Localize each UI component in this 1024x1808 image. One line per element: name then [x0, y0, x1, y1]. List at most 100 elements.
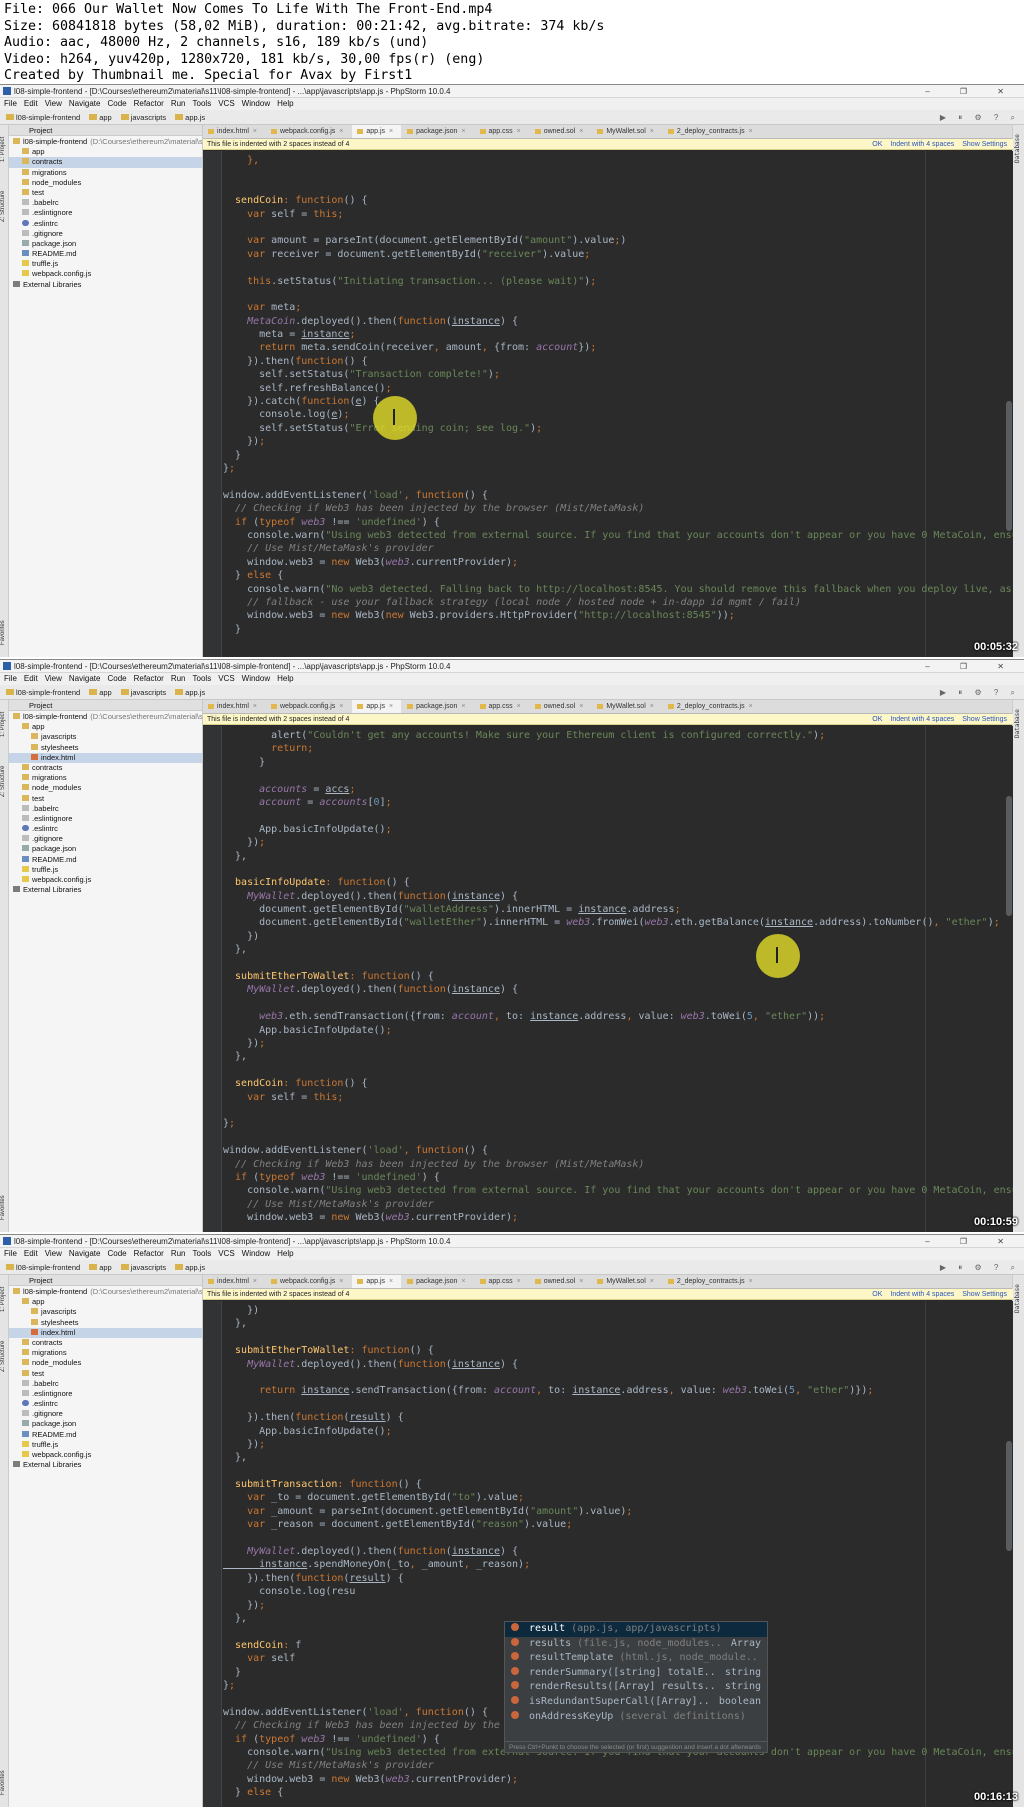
- close-icon[interactable]: ×: [579, 128, 583, 135]
- close-icon[interactable]: ×: [749, 128, 753, 135]
- breadcrumb-item[interactable]: l08-simple-frontend: [3, 110, 83, 125]
- menu-item-edit[interactable]: Edit: [24, 1249, 38, 1258]
- tree-item[interactable]: l08-simple-frontend (D:\Courses\ethereum2…: [9, 137, 202, 147]
- database-tool-tab[interactable]: Database: [1014, 1279, 1022, 1319]
- menu-item-code[interactable]: Code: [107, 674, 126, 683]
- menu-item-window[interactable]: Window: [242, 674, 270, 683]
- structure-tool-tab[interactable]: Z: Structure: [0, 756, 8, 806]
- project-tool-tab[interactable]: 1: Project: [0, 704, 8, 744]
- tree-item[interactable]: node_modules: [9, 1358, 202, 1368]
- notice-link[interactable]: Indent with 4 spaces: [890, 1291, 954, 1298]
- tree-item[interactable]: .babelrc: [9, 198, 202, 208]
- autocomplete-item[interactable]: onAddressKeyUp (several definitions): [505, 1710, 767, 1725]
- notice-link[interactable]: Show Settings: [962, 716, 1007, 723]
- tree-item[interactable]: test: [9, 794, 202, 804]
- autocomplete-item[interactable]: result (app.js, app/javascripts): [505, 1622, 767, 1637]
- tree-item[interactable]: webpack.config.js: [9, 875, 202, 885]
- editor-tab[interactable]: 2_deploy_contracts.js ×: [663, 700, 761, 713]
- code-editor[interactable]: }, sendCoin: function() { var self = thi…: [203, 151, 1013, 657]
- menu-item-edit[interactable]: Edit: [24, 674, 38, 683]
- tree-item[interactable]: .eslintrc: [9, 824, 202, 834]
- tree-item[interactable]: truffle.js: [9, 865, 202, 875]
- tree-item[interactable]: javascripts: [9, 732, 202, 742]
- menu-item-help[interactable]: Help: [277, 674, 293, 683]
- notice-link[interactable]: OK: [872, 141, 882, 148]
- menu-item-edit[interactable]: Edit: [24, 99, 38, 108]
- close-icon[interactable]: ×: [579, 1278, 583, 1285]
- window-controls[interactable]: ‒ ❐ ✕: [925, 85, 1018, 98]
- menu-item-vcs[interactable]: VCS: [218, 1249, 234, 1258]
- tree-item[interactable]: node_modules: [9, 783, 202, 793]
- close-icon[interactable]: ×: [253, 703, 257, 710]
- menu-item-tools[interactable]: Tools: [193, 674, 212, 683]
- editor-tab[interactable]: package.json ×: [402, 700, 473, 713]
- menu-item-vcs[interactable]: VCS: [218, 99, 234, 108]
- close-icon[interactable]: ×: [749, 1278, 753, 1285]
- notice-link[interactable]: OK: [872, 716, 882, 723]
- project-tool-tab[interactable]: 1: Project: [0, 1279, 8, 1319]
- tree-item[interactable]: truffle.js: [9, 259, 202, 269]
- editor-tab[interactable]: package.json ×: [402, 1275, 473, 1288]
- tree-item[interactable]: README.md: [9, 249, 202, 259]
- tree-item[interactable]: .eslintignore: [9, 814, 202, 824]
- breadcrumb-item[interactable]: javascripts: [118, 110, 169, 125]
- tree-item[interactable]: .gitignore: [9, 1409, 202, 1419]
- editor-tab[interactable]: MyWallet.sol ×: [592, 125, 662, 138]
- breadcrumb-item[interactable]: app.js: [172, 1260, 208, 1275]
- editor-tab[interactable]: index.html ×: [203, 1275, 265, 1288]
- close-icon[interactable]: ×: [339, 1278, 343, 1285]
- project-pane-header[interactable]: Project: [9, 700, 202, 711]
- close-icon[interactable]: ×: [579, 703, 583, 710]
- tree-item[interactable]: test: [9, 188, 202, 198]
- breadcrumb-item[interactable]: app: [86, 685, 115, 700]
- close-icon[interactable]: ×: [339, 703, 343, 710]
- close-icon[interactable]: ×: [253, 128, 257, 135]
- menu-item-run[interactable]: Run: [171, 674, 186, 683]
- tree-item[interactable]: package.json: [9, 1419, 202, 1429]
- tree-item[interactable]: .eslintrc: [9, 1399, 202, 1409]
- tree-item[interactable]: migrations: [9, 1348, 202, 1358]
- breadcrumb-item[interactable]: app: [86, 1260, 115, 1275]
- tree-item[interactable]: webpack.config.js: [9, 269, 202, 279]
- database-tool-tab[interactable]: Database: [1014, 129, 1022, 169]
- autocomplete-item[interactable]: renderResults([Array] results.. string: [505, 1680, 767, 1695]
- tree-item[interactable]: migrations: [9, 773, 202, 783]
- breadcrumb-item[interactable]: l08-simple-frontend: [3, 1260, 83, 1275]
- tree-item[interactable]: migrations: [9, 168, 202, 178]
- tree-item[interactable]: test: [9, 1369, 202, 1379]
- tree-item[interactable]: .babelrc: [9, 804, 202, 814]
- menu-item-refactor[interactable]: Refactor: [134, 99, 164, 108]
- code-editor[interactable]: alert("Couldn't get any accounts! Make s…: [203, 726, 1013, 1232]
- tree-item[interactable]: External Libraries: [9, 280, 202, 290]
- editor-tab[interactable]: MyWallet.sol ×: [592, 1275, 662, 1288]
- editor-tab[interactable]: app.js ×: [352, 125, 402, 138]
- menu-item-vcs[interactable]: VCS: [218, 674, 234, 683]
- tree-item[interactable]: package.json: [9, 844, 202, 854]
- project-tool-tab[interactable]: 1: Project: [0, 129, 8, 169]
- editor-tab[interactable]: webpack.config.js ×: [266, 1275, 351, 1288]
- tree-item[interactable]: index.html: [9, 752, 202, 763]
- tree-item[interactable]: contracts: [9, 1338, 202, 1348]
- tree-item[interactable]: l08-simple-frontend (D:\Courses\ethereum2…: [9, 1287, 202, 1297]
- menu-item-view[interactable]: View: [45, 99, 62, 108]
- autocomplete-item[interactable]: isRedundantSuperCall([Array].. boolean: [505, 1695, 767, 1710]
- close-icon[interactable]: ×: [253, 1278, 257, 1285]
- window-controls[interactable]: ‒ ❐ ✕: [925, 660, 1018, 673]
- run-toolbar[interactable]: ▶ ⏸ ⚙ ? ⌕: [940, 685, 1020, 700]
- autocomplete-popup[interactable]: result (app.js, app/javascripts) results …: [504, 1621, 768, 1753]
- window-controls[interactable]: ‒ ❐ ✕: [925, 1235, 1018, 1248]
- tree-item[interactable]: index.html: [9, 1327, 202, 1338]
- autocomplete-item[interactable]: results (file.js, node_modules.. Array: [505, 1637, 767, 1652]
- breadcrumb-item[interactable]: app: [86, 110, 115, 125]
- close-icon[interactable]: ×: [650, 1278, 654, 1285]
- close-icon[interactable]: ×: [461, 128, 465, 135]
- menu-item-file[interactable]: File: [4, 674, 17, 683]
- menu-item-refactor[interactable]: Refactor: [134, 674, 164, 683]
- close-icon[interactable]: ×: [461, 703, 465, 710]
- tree-item[interactable]: stylesheets: [9, 1318, 202, 1328]
- editor-tab[interactable]: MyWallet.sol ×: [592, 700, 662, 713]
- close-icon[interactable]: ×: [461, 1278, 465, 1285]
- tree-item[interactable]: package.json: [9, 239, 202, 249]
- tree-item[interactable]: .gitignore: [9, 229, 202, 239]
- menu-item-help[interactable]: Help: [277, 1249, 293, 1258]
